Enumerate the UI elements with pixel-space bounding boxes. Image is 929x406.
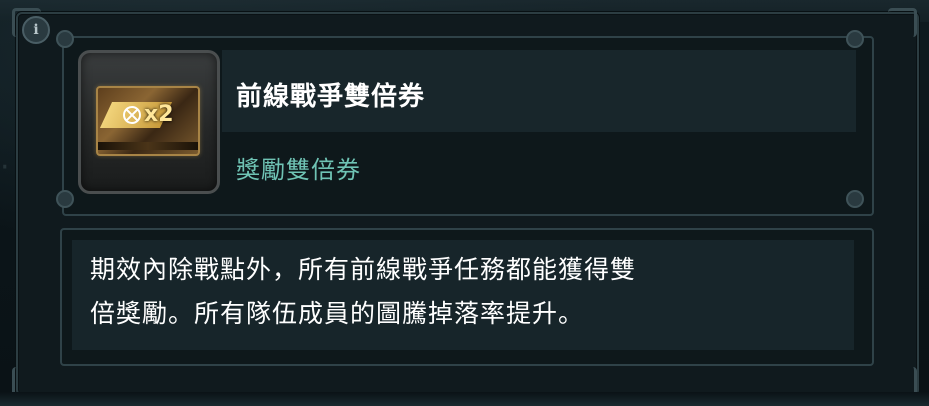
ticket-cross-mark-icon [123,106,141,124]
item-description-line: 期效內除戰點外，所有前線戰爭任務都能獲得雙 [90,255,637,284]
item-description-line: 倍獎勵。所有隊伍成員的圖騰掉落率提升。 [90,299,585,328]
card-rivet-icon [846,30,864,48]
ticket-band [98,142,198,150]
item-description: 期效內除戰點外，所有前線戰爭任務都能獲得雙 倍獎勵。所有隊伍成員的圖騰掉落率提升… [90,248,830,336]
item-subtitle: 獎勵雙倍券 [236,156,361,184]
double-reward-ticket-icon: x2 [96,86,200,156]
item-title: 前線戰爭雙倍券 [236,82,426,112]
ticket-multiplier-label: x2 [144,102,174,127]
info-button[interactable]: i [22,16,50,44]
item-detail-screen: · i x2 前線戰爭雙倍券 獎勵雙倍券 期效內除戰點外，所有前線戰爭任務都能獲… [0,0,929,406]
card-rivet-icon [846,190,864,208]
bottom-edge [0,392,929,406]
card-rivet-icon [56,190,74,208]
background-ghost-glyph: · [0,150,10,185]
frame-corner-top-right [888,8,917,37]
card-rivet-icon [56,30,74,48]
